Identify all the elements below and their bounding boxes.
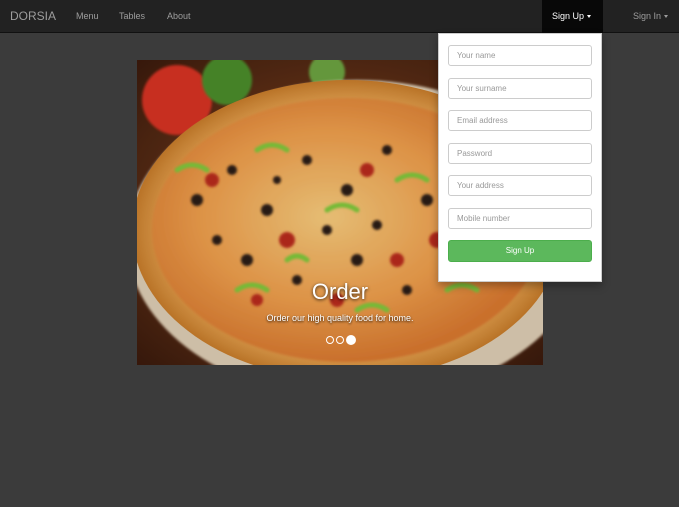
brand-logo[interactable]: DORSIA (10, 9, 56, 23)
nav-link-about[interactable]: About (167, 11, 191, 21)
signup-dropdown-menu: Sign Up (438, 33, 602, 282)
caret-down-icon (664, 15, 669, 19)
carousel-indicator-2[interactable] (336, 336, 344, 344)
carousel-caption-title: Order (311, 279, 369, 304)
signup-submit-button[interactable]: Sign Up (448, 240, 592, 262)
navbar: DORSIA Menu Tables About Sign Up Sign In (0, 0, 679, 33)
nav-link-tables[interactable]: Tables (119, 11, 145, 21)
carousel-caption-subtitle: Order our high quality food for home. (266, 313, 414, 323)
signup-toggle-label: Sign Up (552, 11, 585, 21)
mobile-field[interactable] (448, 208, 592, 229)
signup-dropdown-toggle[interactable]: Sign Up (542, 0, 603, 33)
caret-down-icon (587, 15, 592, 19)
carousel-indicator-3[interactable] (346, 335, 356, 345)
name-field[interactable] (448, 45, 592, 66)
signin-dropdown-toggle[interactable]: Sign In (633, 11, 669, 21)
nav-link-menu[interactable]: Menu (76, 11, 99, 21)
surname-field[interactable] (448, 78, 592, 99)
password-field[interactable] (448, 143, 592, 164)
signin-toggle-label: Sign In (633, 11, 662, 21)
carousel-indicator-1[interactable] (326, 336, 334, 344)
address-field[interactable] (448, 175, 592, 196)
email-field[interactable] (448, 110, 592, 131)
